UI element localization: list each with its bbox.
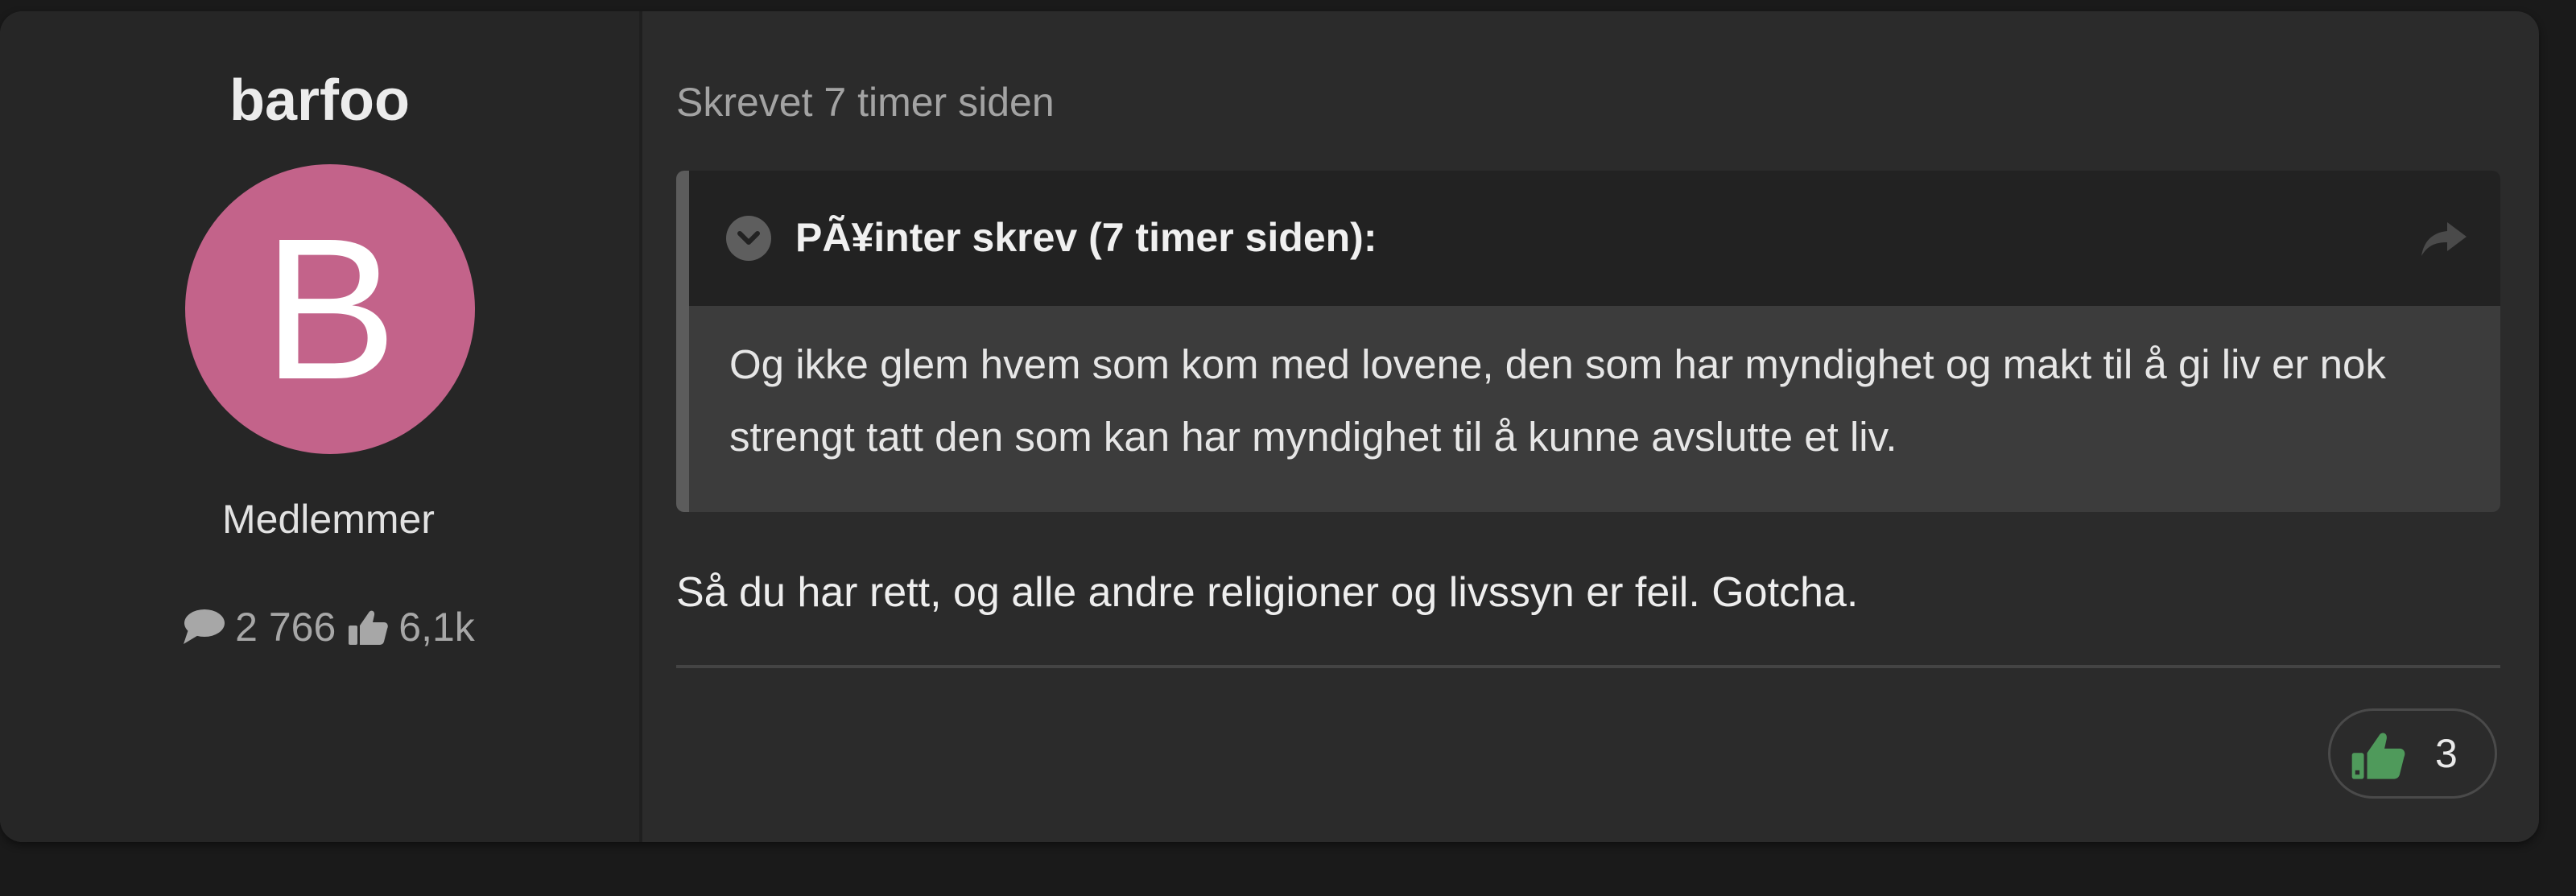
post-card: barfoo B Medlemmer 2 766 6,1k Skrevet 7 <box>0 11 2539 842</box>
reputation-count: 6,1k <box>398 605 475 650</box>
author-role: Medlemmer <box>222 497 435 542</box>
post-count: 2 766 <box>235 605 336 650</box>
post-timestamp[interactable]: Skrevet 7 timer siden <box>676 74 1055 130</box>
thumbs-up-icon <box>2350 727 2406 787</box>
author-name[interactable]: barfoo <box>0 64 639 137</box>
share-icon[interactable] <box>2420 221 2468 258</box>
post-body: Så du har rett, og alle andre religioner… <box>676 569 1859 616</box>
reaction-button[interactable]: 3 <box>2328 708 2497 799</box>
thumbs-up-icon <box>347 606 389 648</box>
avatar[interactable]: B <box>185 164 475 454</box>
speech-bubble-icon <box>182 607 225 647</box>
post-content: Skrevet 7 timer siden PÃ¥inter skrev (7 … <box>642 11 2539 842</box>
chevron-down-circle-icon[interactable] <box>726 216 771 261</box>
avatar-letter: B <box>262 196 398 421</box>
quote-header: PÃ¥inter skrev (7 timer siden): <box>689 171 2500 306</box>
quote-text: Og ikke glem hvem som kom med lovene, de… <box>729 341 2386 460</box>
quote-citation: PÃ¥inter skrev (7 timer siden): <box>795 215 1377 260</box>
author-stats: 2 766 6,1k <box>0 599 657 655</box>
author-panel: barfoo B Medlemmer 2 766 6,1k <box>0 11 642 842</box>
quote-block: PÃ¥inter skrev (7 timer siden): Og ikke … <box>676 171 2500 512</box>
reaction-count: 3 <box>2435 731 2458 776</box>
divider <box>676 665 2500 668</box>
